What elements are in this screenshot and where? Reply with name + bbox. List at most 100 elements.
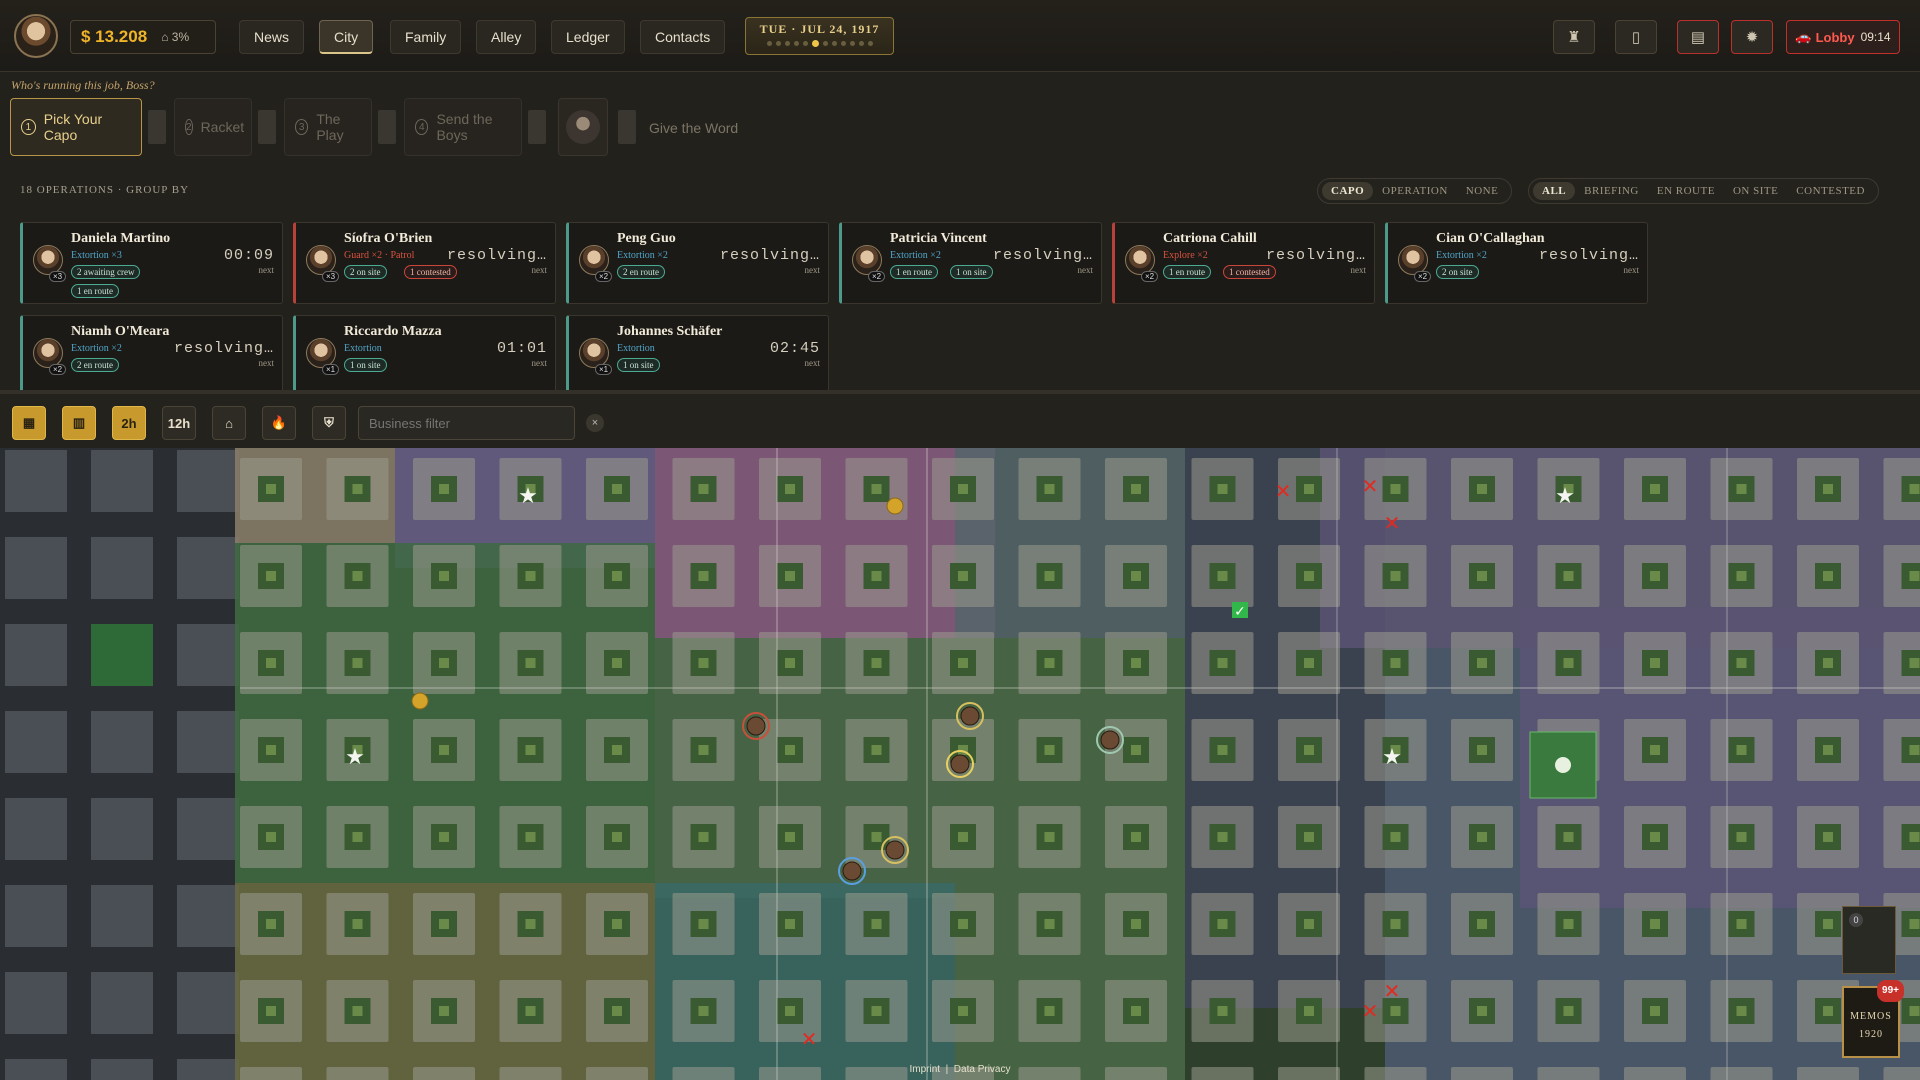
tree-icon — [1823, 832, 1833, 842]
contested-x-icon: ✕ — [1384, 511, 1401, 535]
date-text: TUE · JUL 24, 1917 — [759, 22, 880, 36]
tree-icon — [1304, 919, 1314, 929]
operation-role: Extortion ×2 — [1436, 250, 1487, 261]
tree-icon — [439, 484, 449, 494]
coin-icon — [411, 692, 429, 710]
operation-card[interactable]: ×2 Patricia Vincent Extortion ×2 resolving…… — [839, 222, 1102, 304]
tree-icon — [525, 571, 536, 581]
status-pill: 1 contested — [1223, 265, 1276, 279]
step-pick-capo[interactable]: 1 Pick Your Capo — [10, 98, 142, 156]
group-operation[interactable]: OPERATION — [1373, 182, 1457, 200]
tree-icon — [958, 571, 968, 581]
filter-en-route[interactable]: EN ROUTE — [1648, 182, 1724, 200]
tree-icon — [1563, 919, 1574, 929]
heat-value: 3% — [171, 30, 190, 44]
capo-name: Daniela Martino — [71, 231, 171, 246]
tree-icon — [1131, 832, 1141, 842]
operation-card[interactable]: ×2 Cian O'Callaghan Extortion ×2 resolving…… — [1385, 222, 1648, 304]
nav-alley[interactable]: Alley — [476, 20, 537, 54]
operation-card[interactable]: ×3 Daniela Martino Extortion ×3 00:09 next 2 … — [20, 222, 283, 304]
boss-avatar[interactable] — [14, 14, 58, 58]
check-mark-icon: ✓ — [1234, 604, 1246, 620]
tree-icon — [1044, 1006, 1055, 1016]
tree-icon — [1217, 571, 1228, 581]
tree-icon — [1650, 1006, 1660, 1016]
nav-family[interactable]: Family — [390, 20, 462, 54]
shield-icon[interactable]: ⛨ — [312, 406, 346, 440]
alert-icon[interactable]: ✹ — [1731, 20, 1773, 54]
tree-icon — [785, 484, 795, 494]
operation-timer: resolving… — [1538, 247, 1639, 264]
outskirts-block — [5, 972, 67, 1034]
filter-briefing[interactable]: BRIEFING — [1575, 182, 1648, 200]
tree-icon — [698, 484, 709, 494]
memos-button[interactable]: 99+ MEMOS 1920 — [1842, 980, 1904, 1058]
map-layer-icon[interactable]: ▦ — [12, 406, 46, 440]
operation-timer: resolving… — [1265, 247, 1366, 264]
house-icon[interactable]: ⌂ — [212, 406, 246, 440]
business-filter-input[interactable] — [358, 406, 575, 440]
nav-contacts[interactable]: Contacts — [640, 20, 726, 54]
bell-icon[interactable]: ♜ — [1553, 20, 1595, 54]
clear-filter-button[interactable]: × — [586, 414, 604, 432]
group-none[interactable]: NONE — [1457, 182, 1508, 200]
crew-count: ×3 — [322, 271, 340, 282]
operation-card[interactable]: ×3 Síofra O'Brien Guard ×2 · Patrol resolvi… — [293, 222, 556, 304]
step-label: Send the Boys — [436, 111, 493, 143]
filter-all[interactable]: ALL — [1533, 182, 1576, 200]
step-the-play: 3 The Play — [284, 98, 372, 156]
tree-icon — [1909, 745, 1920, 755]
city-map[interactable]: ★ ★ ★ ★ ✕ ✕ ✕ ✕ ✕ ✕ ✓ — [0, 448, 1920, 1080]
tree-icon — [266, 919, 276, 929]
date-display[interactable]: TUE · JUL 24, 1917 — [745, 17, 894, 55]
tree-icon — [1736, 1006, 1747, 1016]
tree-icon — [1736, 919, 1747, 929]
memos-badge: 99+ — [1877, 980, 1904, 1002]
operation-card[interactable]: ×2 Catriona Cahill Explore ×2 resolving… nex… — [1112, 222, 1375, 304]
tree-icon — [1217, 658, 1228, 668]
step-racket: 2 Racket — [174, 98, 252, 156]
nav-news[interactable]: News — [239, 20, 305, 54]
book-icon[interactable]: ▤ — [1677, 20, 1719, 54]
status-pill: 1 en route — [1163, 265, 1211, 279]
nav-ledger[interactable]: Ledger — [551, 20, 625, 54]
operation-card[interactable]: ×2 Peng Guo Extortion ×2 resolving… next 2 en… — [566, 222, 829, 304]
filter-contested[interactable]: CONTESTED — [1787, 182, 1874, 200]
imprint-link[interactable]: Imprint — [910, 1064, 941, 1075]
time-2h-button[interactable]: 2h — [112, 406, 146, 440]
operation-card[interactable]: ×1 Riccardo Mazza Extortion 01:01 next 1 on s… — [293, 315, 556, 397]
tree-icon — [1217, 745, 1228, 755]
tree-icon — [612, 745, 622, 755]
fire-icon[interactable]: 🔥 — [262, 406, 296, 440]
tree-icon — [352, 832, 363, 842]
top-bar: $ 13.208 ⌂ 3% News City Family Alley Led… — [0, 0, 1920, 72]
operation-timer: 01:01 — [496, 340, 547, 357]
city-grid[interactable]: ★★★★✕ ✕✕✕✕✕✓ — [0, 448, 1920, 1080]
filter-on-site[interactable]: ON SITE — [1724, 182, 1787, 200]
tree-icon — [612, 919, 622, 929]
tree-icon — [266, 484, 276, 494]
status-pill: 2 en route — [617, 265, 665, 279]
map-toolbar: ▦ ▥ 2h 12h ⌂ 🔥 ⛨ × — [0, 390, 1920, 448]
time-12h-button[interactable]: 12h — [162, 406, 196, 440]
tree-icon — [871, 658, 882, 668]
lobby-timer: 09:14 — [1860, 30, 1891, 44]
operation-timer: resolving… — [446, 247, 547, 264]
tree-icon — [1390, 658, 1401, 668]
agent-card[interactable]: 0 — [1842, 906, 1896, 974]
lobby-button[interactable]: 🚗 Lobby 09:14 — [1786, 20, 1900, 54]
park-fountain-icon — [1555, 757, 1571, 773]
terrain-layer-icon[interactable]: ▥ — [62, 406, 96, 440]
tree-icon — [439, 1006, 449, 1016]
phone-icon[interactable]: ▯ — [1615, 20, 1657, 54]
privacy-link[interactable]: Data Privacy — [954, 1064, 1011, 1075]
operation-card[interactable]: ×1 Johannes Schäfer Extortion 02:45 next 1 on… — [566, 315, 829, 397]
step-connector — [258, 110, 276, 144]
status-pill: 1 contested — [404, 265, 457, 279]
crew-marker-icon — [746, 716, 766, 736]
group-capo[interactable]: CAPO — [1322, 182, 1374, 200]
tree-icon — [785, 919, 795, 929]
nav-city[interactable]: City — [319, 20, 374, 54]
operation-card[interactable]: ×2 Niamh O'Meara Extortion ×2 resolving… nex… — [20, 315, 283, 397]
person-icon — [566, 110, 600, 144]
